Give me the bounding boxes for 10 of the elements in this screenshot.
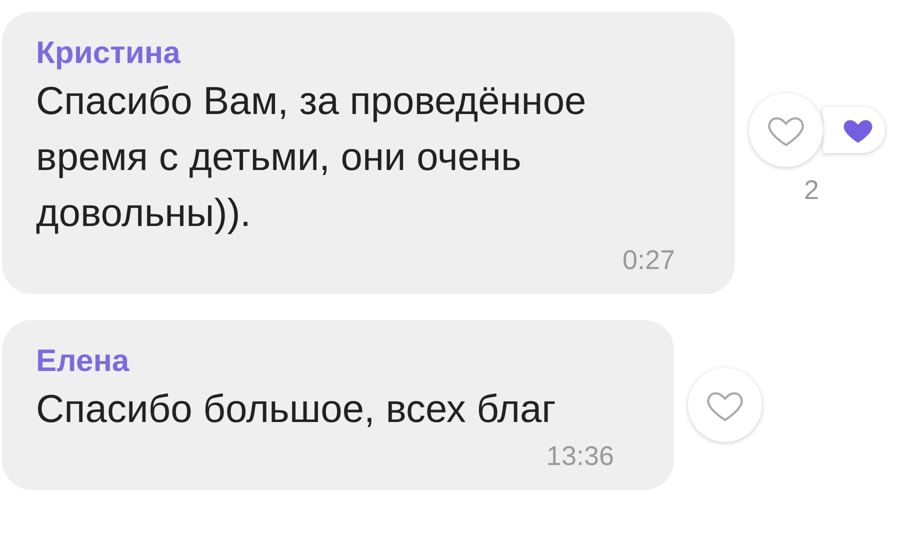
message-time: 13:36 — [546, 440, 614, 473]
message-text: Спасибо большое, всех благ — [36, 387, 557, 433]
message-text: Спасибо Вам, за проведённое время с детьми, они очень довольны)). — [36, 79, 588, 237]
message-time: 0:27 — [622, 244, 675, 277]
reaction-badge[interactable] — [823, 107, 885, 153]
sender-name: Кристина — [36, 34, 180, 72]
reaction-count: 2 — [804, 175, 820, 206]
sender-name: Елена — [36, 342, 130, 380]
like-button[interactable] — [749, 93, 823, 167]
like-button[interactable] — [688, 368, 762, 442]
